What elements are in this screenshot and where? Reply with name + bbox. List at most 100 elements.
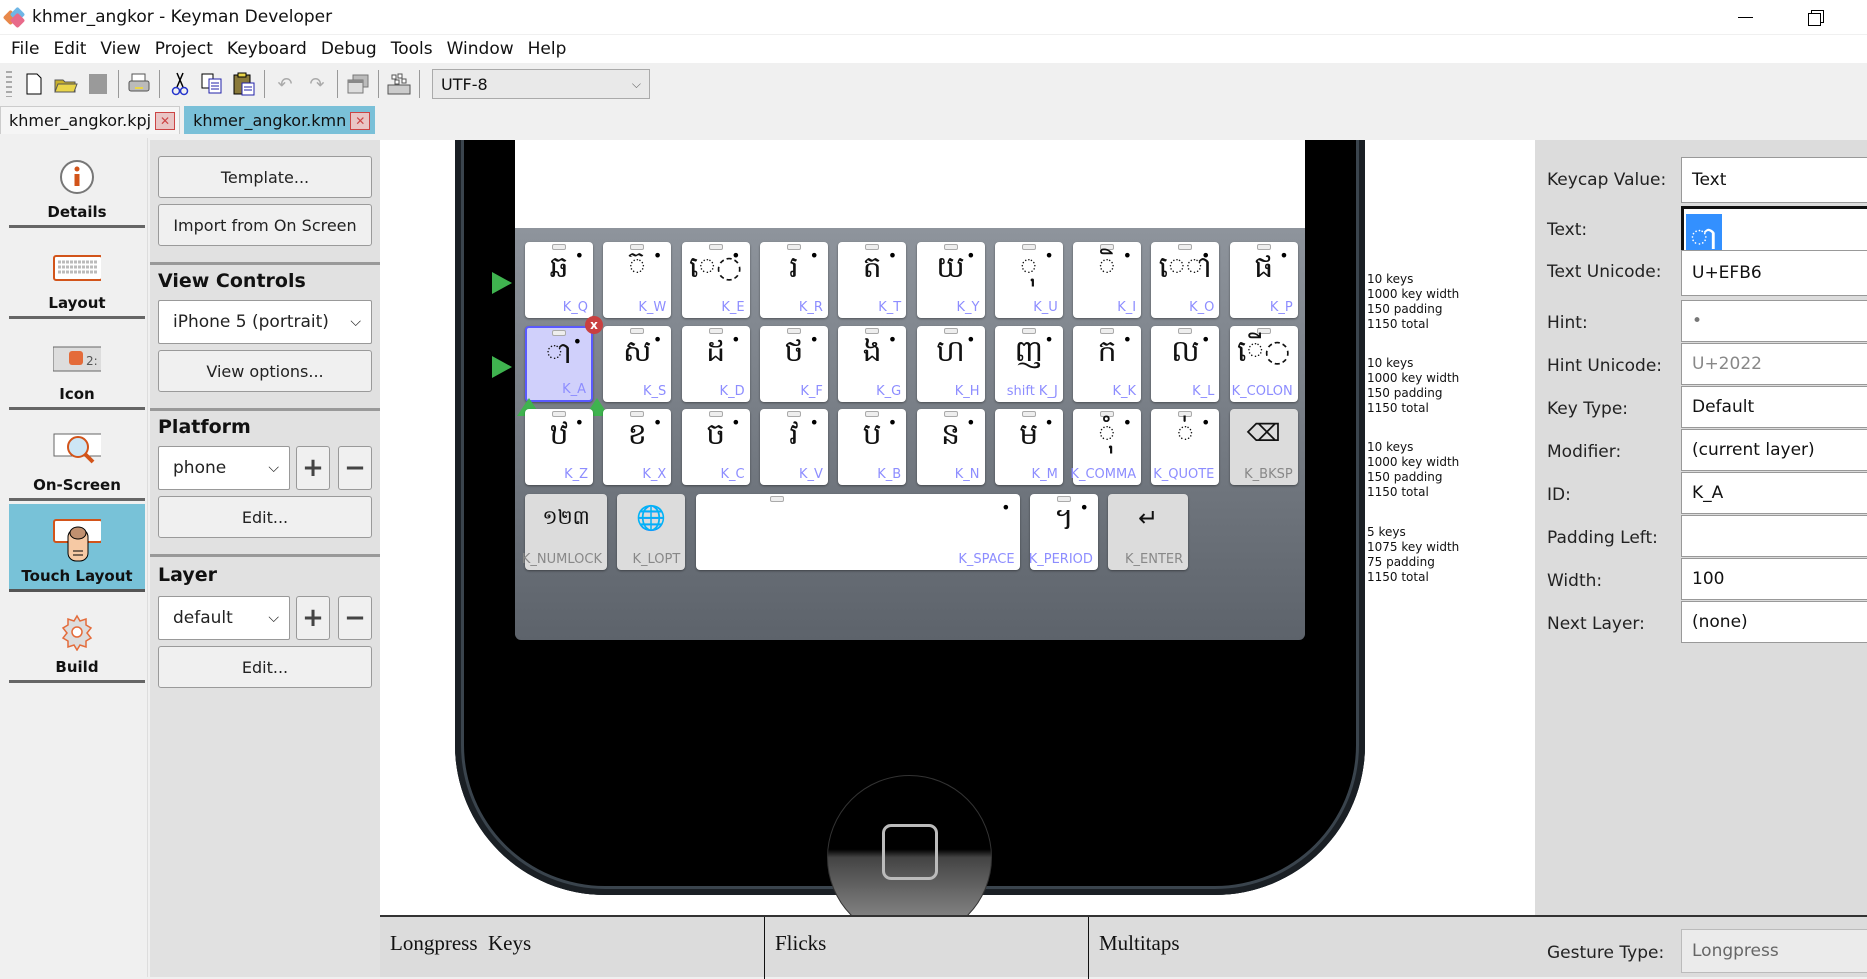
- key-k-h[interactable]: ហ • K_H: [916, 326, 985, 402]
- key-k-c[interactable]: ច • K_C: [681, 409, 750, 485]
- hint-unicode-input[interactable]: U+2022: [1681, 343, 1867, 385]
- padding-left-input[interactable]: [1681, 515, 1867, 557]
- toolbar-separator: [378, 70, 379, 98]
- key-k-g[interactable]: ង • K_G: [838, 326, 907, 402]
- key-k-period[interactable]: ។ • K_PERIOD: [1029, 494, 1098, 570]
- close-icon[interactable]: ✕: [155, 111, 176, 130]
- key-k-k[interactable]: ក • K_K: [1073, 326, 1142, 402]
- add-row-icon[interactable]: [492, 356, 512, 378]
- key-k-l[interactable]: ល • K_L: [1151, 326, 1220, 402]
- key-k-y[interactable]: យ • K_Y: [916, 242, 985, 318]
- nav-build[interactable]: Build: [9, 595, 145, 683]
- open-button[interactable]: [50, 69, 82, 99]
- key-k-enter[interactable]: ↵ K_ENTER: [1108, 494, 1189, 570]
- width-input[interactable]: 100: [1681, 558, 1867, 600]
- flicks-panel[interactable]: Flicks: [765, 917, 1089, 979]
- delete-key-button[interactable]: x: [585, 316, 603, 334]
- menu-tools[interactable]: Tools: [384, 39, 440, 59]
- key-k-t[interactable]: ត • K_T: [838, 242, 907, 318]
- menu-view[interactable]: View: [93, 39, 147, 59]
- toolbar-grip[interactable]: [6, 71, 12, 97]
- key-k-o[interactable]: េ◌ា • K_O: [1151, 242, 1220, 318]
- key-k-space[interactable]: • K_SPACE: [695, 494, 1020, 570]
- key-k-v[interactable]: វ • K_V: [759, 409, 828, 485]
- layer-edit-button[interactable]: Edit...: [158, 646, 372, 688]
- keycap-value-select[interactable]: Text: [1681, 157, 1867, 203]
- layer-select[interactable]: default ⌵: [158, 596, 290, 640]
- id-input[interactable]: K_A: [1681, 472, 1867, 514]
- key-k-numlock[interactable]: ១២៣ K_NUMLOCK: [522, 494, 607, 570]
- hint-input[interactable]: •: [1681, 300, 1867, 342]
- menu-file[interactable]: File: [4, 39, 46, 59]
- minimize-button[interactable]: [1715, 0, 1775, 34]
- platform-select[interactable]: phone ⌵: [158, 446, 290, 490]
- key-k-f[interactable]: ថ • K_F: [759, 326, 828, 402]
- key-shift-k-j[interactable]: ញ • shift K_J: [994, 326, 1063, 402]
- copy-button[interactable]: [196, 69, 228, 99]
- key-k-z[interactable]: ឋ • K_Z: [525, 409, 593, 485]
- redo-button[interactable]: ↷: [301, 69, 333, 99]
- longpress-keys-panel[interactable]: Longpress Keys: [380, 917, 765, 979]
- nav-touch-layout[interactable]: Touch Layout: [9, 504, 145, 592]
- window-button[interactable]: [342, 69, 374, 99]
- print-button[interactable]: [123, 69, 155, 99]
- tab-khmer-angkor-kpj[interactable]: khmer_angkor.kpj ✕: [0, 106, 181, 134]
- paste-button[interactable]: [228, 69, 260, 99]
- add-layer-button[interactable]: +: [296, 596, 330, 640]
- menu-help[interactable]: Help: [521, 39, 574, 59]
- cut-button[interactable]: [164, 69, 196, 99]
- undo-button[interactable]: ↶: [269, 69, 301, 99]
- key-k-s[interactable]: ស • K_S: [603, 326, 672, 402]
- key-k-bksp[interactable]: ⌫ K_BKSP: [1229, 409, 1298, 485]
- multitaps-panel[interactable]: Multitaps: [1089, 917, 1535, 979]
- restore-button[interactable]: [1785, 0, 1845, 34]
- add-platform-button[interactable]: +: [296, 446, 330, 490]
- save-button[interactable]: [82, 69, 114, 99]
- remove-platform-button[interactable]: −: [338, 446, 372, 490]
- key-type-select[interactable]: Default: [1681, 386, 1867, 428]
- key-k-d[interactable]: ដ • K_D: [681, 326, 750, 402]
- device-select[interactable]: iPhone 5 (portrait) ⌵: [158, 300, 372, 344]
- remove-layer-button[interactable]: −: [338, 596, 372, 640]
- nav-icon[interactable]: 2: Icon: [9, 322, 145, 410]
- new-file-button[interactable]: [18, 69, 50, 99]
- menu-edit[interactable]: Edit: [46, 39, 93, 59]
- platform-edit-button[interactable]: Edit...: [158, 496, 372, 538]
- key-k-w[interactable]: ◌៊ • K_W: [603, 242, 672, 318]
- key-k-comma[interactable]: ◌ុំ • K_COMMA: [1070, 409, 1142, 485]
- key-k-q[interactable]: ឆ • K_Q: [525, 242, 593, 318]
- import-on-screen-button[interactable]: Import from On Screen: [158, 204, 372, 246]
- menu-project[interactable]: Project: [148, 39, 220, 59]
- key-k-i[interactable]: ◌ិ • K_I: [1073, 242, 1142, 318]
- key-k-p[interactable]: ផ • K_P: [1229, 242, 1298, 318]
- next-layer-select[interactable]: (none): [1681, 601, 1867, 643]
- close-icon[interactable]: ✕: [350, 111, 371, 130]
- info-icon: [53, 157, 101, 197]
- key-k-m[interactable]: ម • K_M: [994, 409, 1063, 485]
- menu-debug[interactable]: Debug: [314, 39, 384, 59]
- key-k-e[interactable]: េ◌ • K_E: [681, 242, 750, 318]
- menu-window[interactable]: Window: [440, 39, 521, 59]
- tab-khmer-angkor-kmn[interactable]: khmer_angkor.kmn ✕: [184, 106, 376, 134]
- menu-keyboard[interactable]: Keyboard: [220, 39, 314, 59]
- key-k-colon[interactable]: ើ◌ K_COLON: [1229, 326, 1298, 402]
- key-k-n[interactable]: ន • K_N: [916, 409, 985, 485]
- key-k-u[interactable]: ◌ុ • K_U: [994, 242, 1063, 318]
- key-k-lopt[interactable]: 🌐 K_LOPT: [617, 494, 686, 570]
- template-button[interactable]: Template...: [158, 156, 372, 198]
- encoding-select[interactable]: UTF-8 ⌵: [432, 69, 650, 99]
- key-k-x[interactable]: ខ • K_X: [603, 409, 672, 485]
- nav-layout[interactable]: Layout: [9, 231, 145, 319]
- key-k-b[interactable]: ប • K_B: [838, 409, 907, 485]
- view-options-button[interactable]: View options...: [158, 350, 372, 392]
- text-unicode-input[interactable]: U+EFB6: [1681, 250, 1867, 296]
- charmap-button[interactable]: [383, 69, 415, 99]
- nav-details[interactable]: Details: [9, 140, 145, 228]
- nav-on-screen[interactable]: On-Screen: [9, 413, 145, 501]
- modifier-select[interactable]: (current layer): [1681, 429, 1867, 471]
- key-k-r[interactable]: រ • K_R: [759, 242, 828, 318]
- gesture-type-select[interactable]: Longpress: [1681, 929, 1867, 973]
- key-k-quote[interactable]: ◌់ • K_QUOTE: [1151, 409, 1220, 485]
- key-k-a[interactable]: ◌ា • K_A: [525, 326, 593, 402]
- add-row-icon[interactable]: [492, 272, 512, 294]
